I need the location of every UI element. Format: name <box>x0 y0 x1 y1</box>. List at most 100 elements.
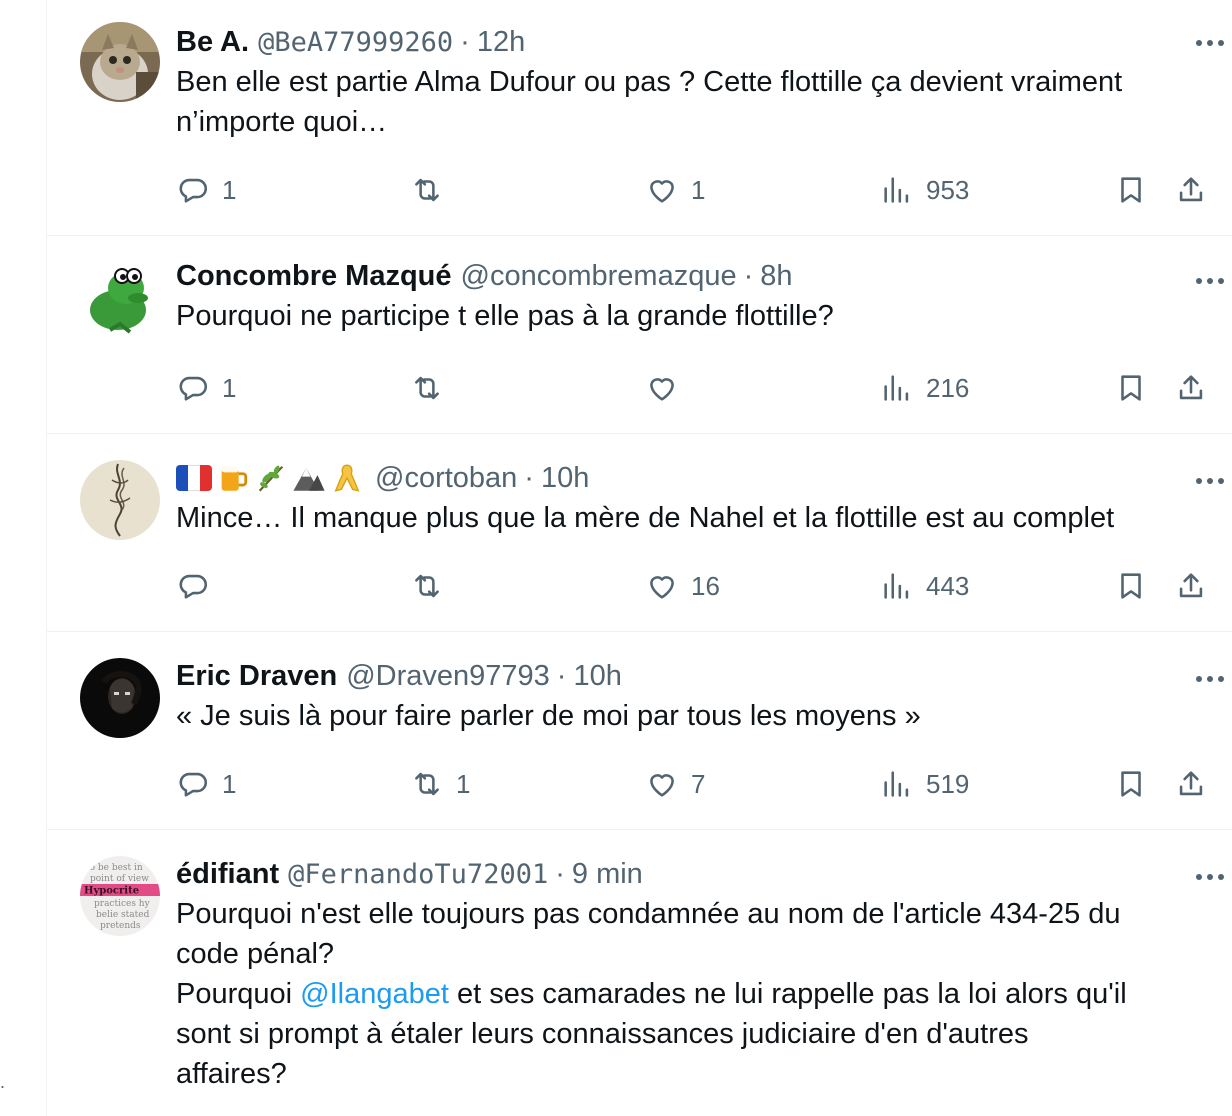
separator: · <box>743 259 754 292</box>
reply-button[interactable]: 1 <box>176 368 236 408</box>
timestamp[interactable]: 8h <box>760 260 792 293</box>
analytics-icon <box>884 771 909 797</box>
text-line: code pénal? <box>176 938 335 970</box>
bookmark-button[interactable] <box>1114 566 1148 606</box>
user-handle[interactable]: @FernandoTu72001 <box>288 859 548 890</box>
analytics-icon <box>884 573 909 599</box>
timestamp[interactable]: 10h <box>541 462 589 495</box>
share-button[interactable] <box>1174 764 1208 804</box>
avatar[interactable] <box>80 658 160 738</box>
like-button[interactable]: 16 <box>645 566 720 606</box>
avatar-text: to be best in <box>86 863 143 873</box>
herb-sprig-icon <box>258 465 284 492</box>
more-options-icon[interactable] <box>1196 478 1224 484</box>
user-handle[interactable]: @cortoban <box>375 462 517 495</box>
bookmark-icon <box>1121 771 1141 797</box>
more-options-icon[interactable] <box>1196 278 1224 284</box>
share-icon <box>1179 771 1203 796</box>
mention-link[interactable]: @Ilangabet <box>300 978 449 1010</box>
tweet-header: édifiant @FernandoTu72001 · 9 min <box>176 854 1220 894</box>
like-button[interactable] <box>645 368 691 408</box>
reply-feed: Be A. @BeA77999260 · 12h Ben elle est pa… <box>47 0 1232 1116</box>
bookmark-button[interactable] <box>1114 764 1148 804</box>
tweet-edifiant[interactable]: to be best in point of view Hypocrite pr… <box>47 830 1232 1116</box>
retweet-button[interactable] <box>410 368 456 408</box>
retweet-icon <box>415 376 439 400</box>
views-button[interactable]: 443 <box>880 566 969 606</box>
display-name[interactable]: Be A. <box>176 26 249 59</box>
timestamp[interactable]: 10h <box>573 660 621 693</box>
tweet-cortoban[interactable]: @cortoban · 10h Mince… Il manque plus qu… <box>47 434 1232 632</box>
retweet-icon <box>415 772 439 796</box>
view-count: 216 <box>926 372 970 403</box>
retweet-button[interactable] <box>410 170 456 210</box>
user-handle[interactable]: @Draven97793 <box>346 660 550 693</box>
text-line: sont si prompt à étaler leurs connaissan… <box>176 1018 1029 1050</box>
more-options-icon[interactable] <box>1196 676 1224 682</box>
like-button[interactable]: 7 <box>645 764 705 804</box>
tweet-be-a[interactable]: Be A. @BeA77999260 · 12h Ben elle est pa… <box>47 0 1232 236</box>
display-name-emojis[interactable] <box>176 461 364 495</box>
reply-button[interactable]: 1 <box>176 170 236 210</box>
view-count: 953 <box>926 174 970 205</box>
reply-count: 1 <box>222 768 237 799</box>
like-button[interactable]: 1 <box>645 170 705 210</box>
reply-count: 1 <box>222 372 237 403</box>
display-name[interactable]: Concombre Mazqué <box>176 260 452 293</box>
avatar[interactable] <box>80 460 160 540</box>
retweet-button[interactable]: 1 <box>410 764 470 804</box>
bookmark-button[interactable] <box>1114 368 1148 408</box>
retweet-count: 1 <box>456 768 471 799</box>
mountain-icon <box>293 468 325 491</box>
separator: · <box>555 857 565 890</box>
display-name[interactable]: édifiant <box>176 858 279 891</box>
text-line: n’importe quoi… <box>176 106 388 138</box>
view-count: 443 <box>926 570 970 601</box>
analytics-icon <box>884 375 909 401</box>
tweet-eric-draven[interactable]: Eric Draven @Draven97793 · 10h « Je suis… <box>47 632 1232 830</box>
views-button[interactable]: 519 <box>880 764 969 804</box>
more-options-icon[interactable] <box>1196 874 1224 880</box>
avatar[interactable]: to be best in point of view Hypocrite pr… <box>80 856 160 936</box>
retweet-icon <box>415 574 439 598</box>
like-count: 7 <box>691 768 706 799</box>
bookmark-icon <box>1121 573 1141 599</box>
reply-icon <box>179 178 207 203</box>
views-button[interactable]: 953 <box>880 170 969 210</box>
text-line: Mince… Il manque plus que la mère de Nah… <box>176 502 1115 534</box>
display-name[interactable]: Eric Draven <box>176 660 337 693</box>
share-icon <box>1179 177 1203 202</box>
timestamp[interactable]: 12h <box>477 26 525 59</box>
reply-button[interactable]: 1 <box>176 764 236 804</box>
views-button[interactable]: 216 <box>880 368 969 408</box>
rail-marker: . <box>0 1072 6 1092</box>
timestamp[interactable]: 9 min <box>572 858 643 891</box>
share-button[interactable] <box>1174 170 1208 210</box>
separator: · <box>524 461 534 494</box>
tweet-text: Pourquoi n'est elle toujours pas condamn… <box>176 894 1220 1094</box>
analytics-icon <box>884 177 909 203</box>
text-line: Pourquoi n'est elle toujours pas condamn… <box>176 898 1121 930</box>
tweet-text: Pourquoi ne participe t elle pas à la gr… <box>176 296 1220 336</box>
tweet-header: @cortoban · 10h <box>176 458 1220 498</box>
retweet-icon <box>415 178 439 202</box>
more-options-icon[interactable] <box>1196 40 1224 46</box>
separator: · <box>556 659 567 692</box>
reply-button[interactable] <box>176 566 222 606</box>
user-handle[interactable]: @BeA77999260 <box>258 27 453 58</box>
retweet-button[interactable] <box>410 566 456 606</box>
share-button[interactable] <box>1174 368 1208 408</box>
tweet-text: Mince… Il manque plus que la mère de Nah… <box>176 498 1220 538</box>
avatar[interactable] <box>80 22 160 102</box>
avatar-text: point of view <box>90 874 149 884</box>
user-handle[interactable]: @concombremazque <box>461 260 737 293</box>
share-button[interactable] <box>1174 566 1208 606</box>
text-line: « Je suis là pour faire parler de moi pa… <box>176 700 921 732</box>
bookmark-icon <box>1121 375 1141 401</box>
heart-icon <box>650 774 674 797</box>
avatar[interactable] <box>80 258 160 338</box>
bookmark-button[interactable] <box>1114 170 1148 210</box>
separator: · <box>460 25 470 58</box>
tweet-concombre[interactable]: Concombre Mazqué @concombremazque · 8h P… <box>47 236 1232 434</box>
reply-icon <box>179 574 207 599</box>
